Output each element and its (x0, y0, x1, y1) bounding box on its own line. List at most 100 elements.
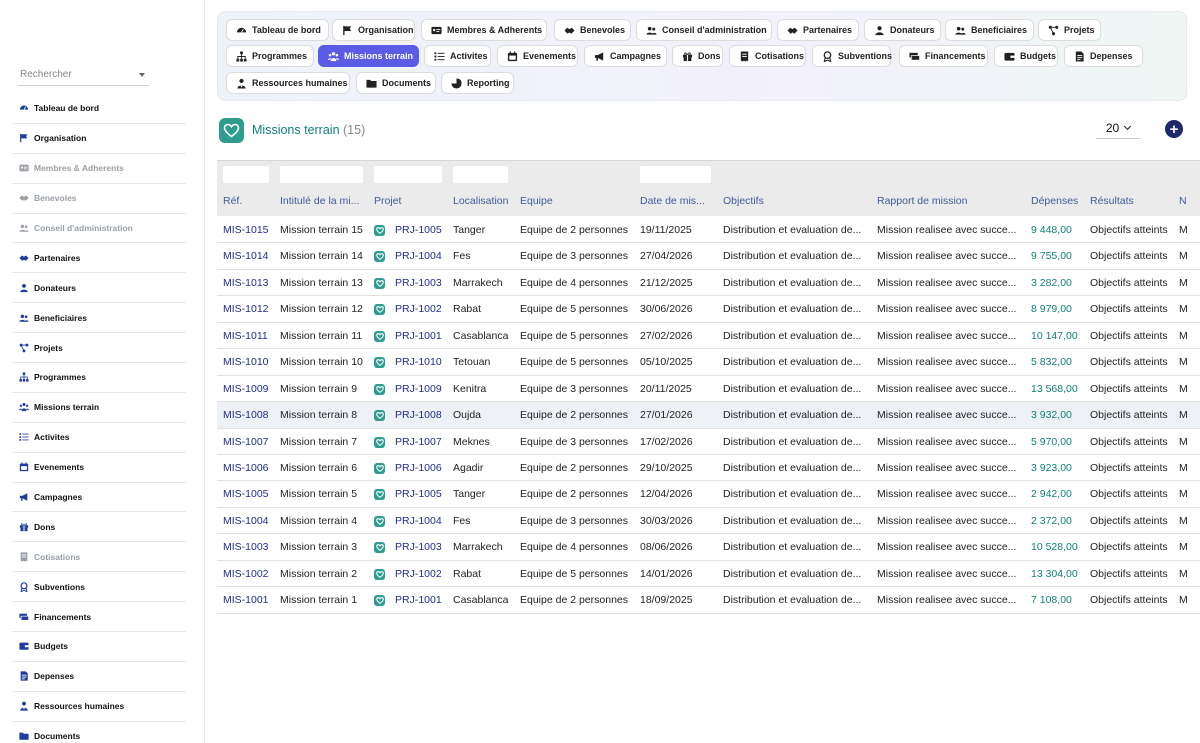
nav-chip-conseil-d-administration[interactable]: Conseil d'administration (636, 19, 772, 41)
sidebar-item-evenements[interactable]: Evenements (12, 453, 186, 483)
table-row[interactable]: MIS-1004 Mission terrain 4 PRJ-1004 Fes Equi… (217, 508, 1200, 535)
sidebar-item-depenses[interactable]: Depenses (12, 662, 186, 692)
nav-chip-programmes[interactable]: Programmes (226, 45, 314, 67)
nav-chip-depenses[interactable]: Depenses (1064, 45, 1143, 67)
table-row[interactable]: MIS-1005 Mission terrain 5 PRJ-1005 Tanger E… (217, 481, 1200, 508)
filter-input-location[interactable] (453, 166, 508, 183)
cell-proj[interactable]: PRJ-1007 (395, 429, 444, 455)
sidebar-item-ressources-humaines[interactable]: Ressources humaines (12, 692, 186, 722)
table-row[interactable]: MIS-1008 Mission terrain 8 PRJ-1008 Oujda Eq… (217, 402, 1200, 429)
column-header-report[interactable]: Rapport de mission (877, 195, 1023, 207)
nav-chip-membres-adherents[interactable]: Membres & Adherents (421, 19, 547, 41)
nav-chip-financements[interactable]: Financements (899, 45, 988, 67)
table-row[interactable]: MIS-1012 Mission terrain 12 PRJ-1002 Rabat E… (217, 296, 1200, 323)
nav-chip-tableau-de-bord[interactable]: Tableau de bord (226, 19, 329, 41)
column-header-title[interactable]: Intitulé de la mi... (280, 195, 368, 207)
cell-ref[interactable]: MIS-1014 (223, 243, 275, 269)
cell-ref[interactable]: MIS-1008 (223, 402, 275, 428)
column-header-extra[interactable]: N (1179, 195, 1200, 207)
nav-chip-cotisations[interactable]: Cotisations (729, 45, 806, 67)
nav-chip-dons[interactable]: Dons (672, 45, 723, 67)
table-row[interactable]: MIS-1010 Mission terrain 10 PRJ-1010 Tetoua… (217, 349, 1200, 376)
sidebar-item-dons[interactable]: Dons (12, 512, 186, 543)
sidebar-item-membres-adherents[interactable]: Membres & Adherents (12, 154, 186, 184)
sidebar-item-subventions[interactable]: Subventions (12, 572, 186, 603)
nav-chip-documents[interactable]: Documents (356, 72, 436, 94)
nav-chip-benevoles[interactable]: Benevoles (554, 19, 631, 41)
cell-ref[interactable]: MIS-1002 (223, 561, 275, 587)
nav-chip-beneficiaires[interactable]: Beneficiaires (945, 19, 1034, 41)
cell-proj[interactable]: PRJ-1005 (395, 217, 444, 243)
cell-ref[interactable]: MIS-1009 (223, 376, 275, 402)
add-button[interactable]: + (1165, 120, 1183, 138)
nav-chip-projets[interactable]: Projets (1038, 19, 1101, 41)
nav-chip-organisation[interactable]: Organisation (332, 19, 415, 41)
filter-input-date[interactable] (640, 166, 711, 183)
nav-chip-missions-terrain[interactable]: Missions terrain (318, 45, 419, 67)
table-row[interactable]: MIS-1003 Mission terrain 3 PRJ-1003 Marrake… (217, 534, 1200, 561)
cell-proj[interactable]: PRJ-1009 (395, 376, 444, 402)
cell-ref[interactable]: MIS-1003 (223, 534, 275, 560)
sidebar-search-select[interactable]: Rechercher (18, 66, 149, 86)
cell-ref[interactable]: MIS-1005 (223, 481, 275, 507)
filter-input-project[interactable] (374, 166, 442, 183)
cell-proj[interactable]: PRJ-1010 (395, 349, 444, 375)
cell-ref[interactable]: MIS-1010 (223, 349, 275, 375)
table-row[interactable]: MIS-1011 Mission terrain 11 PRJ-1001 Casabl… (217, 323, 1200, 350)
nav-chip-partenaires[interactable]: Partenaires (777, 19, 859, 41)
nav-chip-budgets[interactable]: Budgets (994, 45, 1058, 67)
filter-input-title[interactable] (280, 166, 363, 183)
column-header-team[interactable]: Equipe (520, 195, 636, 207)
table-row[interactable]: MIS-1009 Mission terrain 9 PRJ-1009 Kenitra… (217, 376, 1200, 403)
column-header-obj[interactable]: Objectifs (723, 195, 869, 207)
cell-proj[interactable]: PRJ-1003 (395, 534, 444, 560)
nav-chip-subventions[interactable]: Subventions (812, 45, 892, 67)
table-row[interactable]: MIS-1001 Mission terrain 1 PRJ-1001 Casabla… (217, 587, 1200, 614)
table-row[interactable]: MIS-1015 Mission terrain 15 PRJ-1005 Tanger… (217, 217, 1200, 244)
nav-chip-evenements[interactable]: Evenements (497, 45, 578, 67)
cell-proj[interactable]: PRJ-1006 (395, 455, 444, 481)
sidebar-item-partenaires[interactable]: Partenaires (12, 243, 186, 274)
sidebar-item-documents[interactable]: Documents (12, 722, 186, 743)
sidebar-item-programmes[interactable]: Programmes (12, 363, 186, 393)
column-header-dep[interactable]: Dépenses (1031, 195, 1086, 207)
cell-ref[interactable]: MIS-1006 (223, 455, 275, 481)
sidebar-item-tableau-de-bord[interactable]: Tableau de bord (12, 94, 186, 124)
nav-chip-campagnes[interactable]: Campagnes (584, 45, 667, 67)
nav-chip-donateurs[interactable]: Donateurs (864, 19, 941, 41)
column-header-proj[interactable]: Projet (374, 195, 444, 207)
cell-ref[interactable]: MIS-1013 (223, 270, 275, 296)
column-header-date[interactable]: Date de mis... (640, 195, 718, 207)
sidebar-item-budgets[interactable]: Budgets (12, 632, 186, 662)
cell-ref[interactable]: MIS-1011 (223, 323, 275, 349)
table-row[interactable]: MIS-1006 Mission terrain 6 PRJ-1006 Agadir E… (217, 455, 1200, 482)
sidebar-item-organisation[interactable]: Organisation (12, 124, 186, 154)
column-header-ref[interactable]: Réf. (223, 195, 275, 207)
cell-proj[interactable]: PRJ-1002 (395, 561, 444, 587)
cell-proj[interactable]: PRJ-1001 (395, 323, 444, 349)
nav-chip-activites[interactable]: Activites (424, 45, 491, 67)
sidebar-item-projets[interactable]: Projets (12, 333, 186, 364)
cell-proj[interactable]: PRJ-1003 (395, 270, 444, 296)
column-header-res[interactable]: Résultats (1090, 195, 1175, 207)
table-row[interactable]: MIS-1007 Mission terrain 7 PRJ-1007 Meknes E… (217, 429, 1200, 455)
sidebar-item-missions-terrain[interactable]: Missions terrain (12, 393, 186, 423)
sidebar-item-financements[interactable]: Financements (12, 602, 186, 633)
sidebar-item-donateurs[interactable]: Donateurs (12, 273, 186, 304)
sidebar-item-activites[interactable]: Activites (12, 423, 186, 453)
table-row[interactable]: MIS-1002 Mission terrain 2 PRJ-1002 Rabat Eq… (217, 561, 1200, 588)
cell-proj[interactable]: PRJ-1004 (395, 243, 444, 269)
sidebar-item-beneficiaires[interactable]: Beneficiaires (12, 303, 186, 334)
nav-chip-ressources-humaines[interactable]: Ressources humaines (226, 72, 350, 94)
page-size-select[interactable]: 20 (1096, 119, 1140, 139)
cell-ref[interactable]: MIS-1001 (223, 587, 275, 613)
sidebar-item-benevoles[interactable]: Benevoles (12, 184, 186, 214)
cell-proj[interactable]: PRJ-1002 (395, 296, 444, 322)
table-row[interactable]: MIS-1014 Mission terrain 14 PRJ-1004 Fes Equ… (217, 243, 1200, 270)
sidebar-item-conseil-d-administration[interactable]: Conseil d'administration (12, 214, 186, 244)
cell-ref[interactable]: MIS-1015 (223, 217, 275, 243)
cell-proj[interactable]: PRJ-1001 (395, 587, 444, 613)
cell-ref[interactable]: MIS-1012 (223, 296, 275, 322)
cell-proj[interactable]: PRJ-1008 (395, 402, 444, 428)
filter-input-ref[interactable] (223, 166, 269, 183)
